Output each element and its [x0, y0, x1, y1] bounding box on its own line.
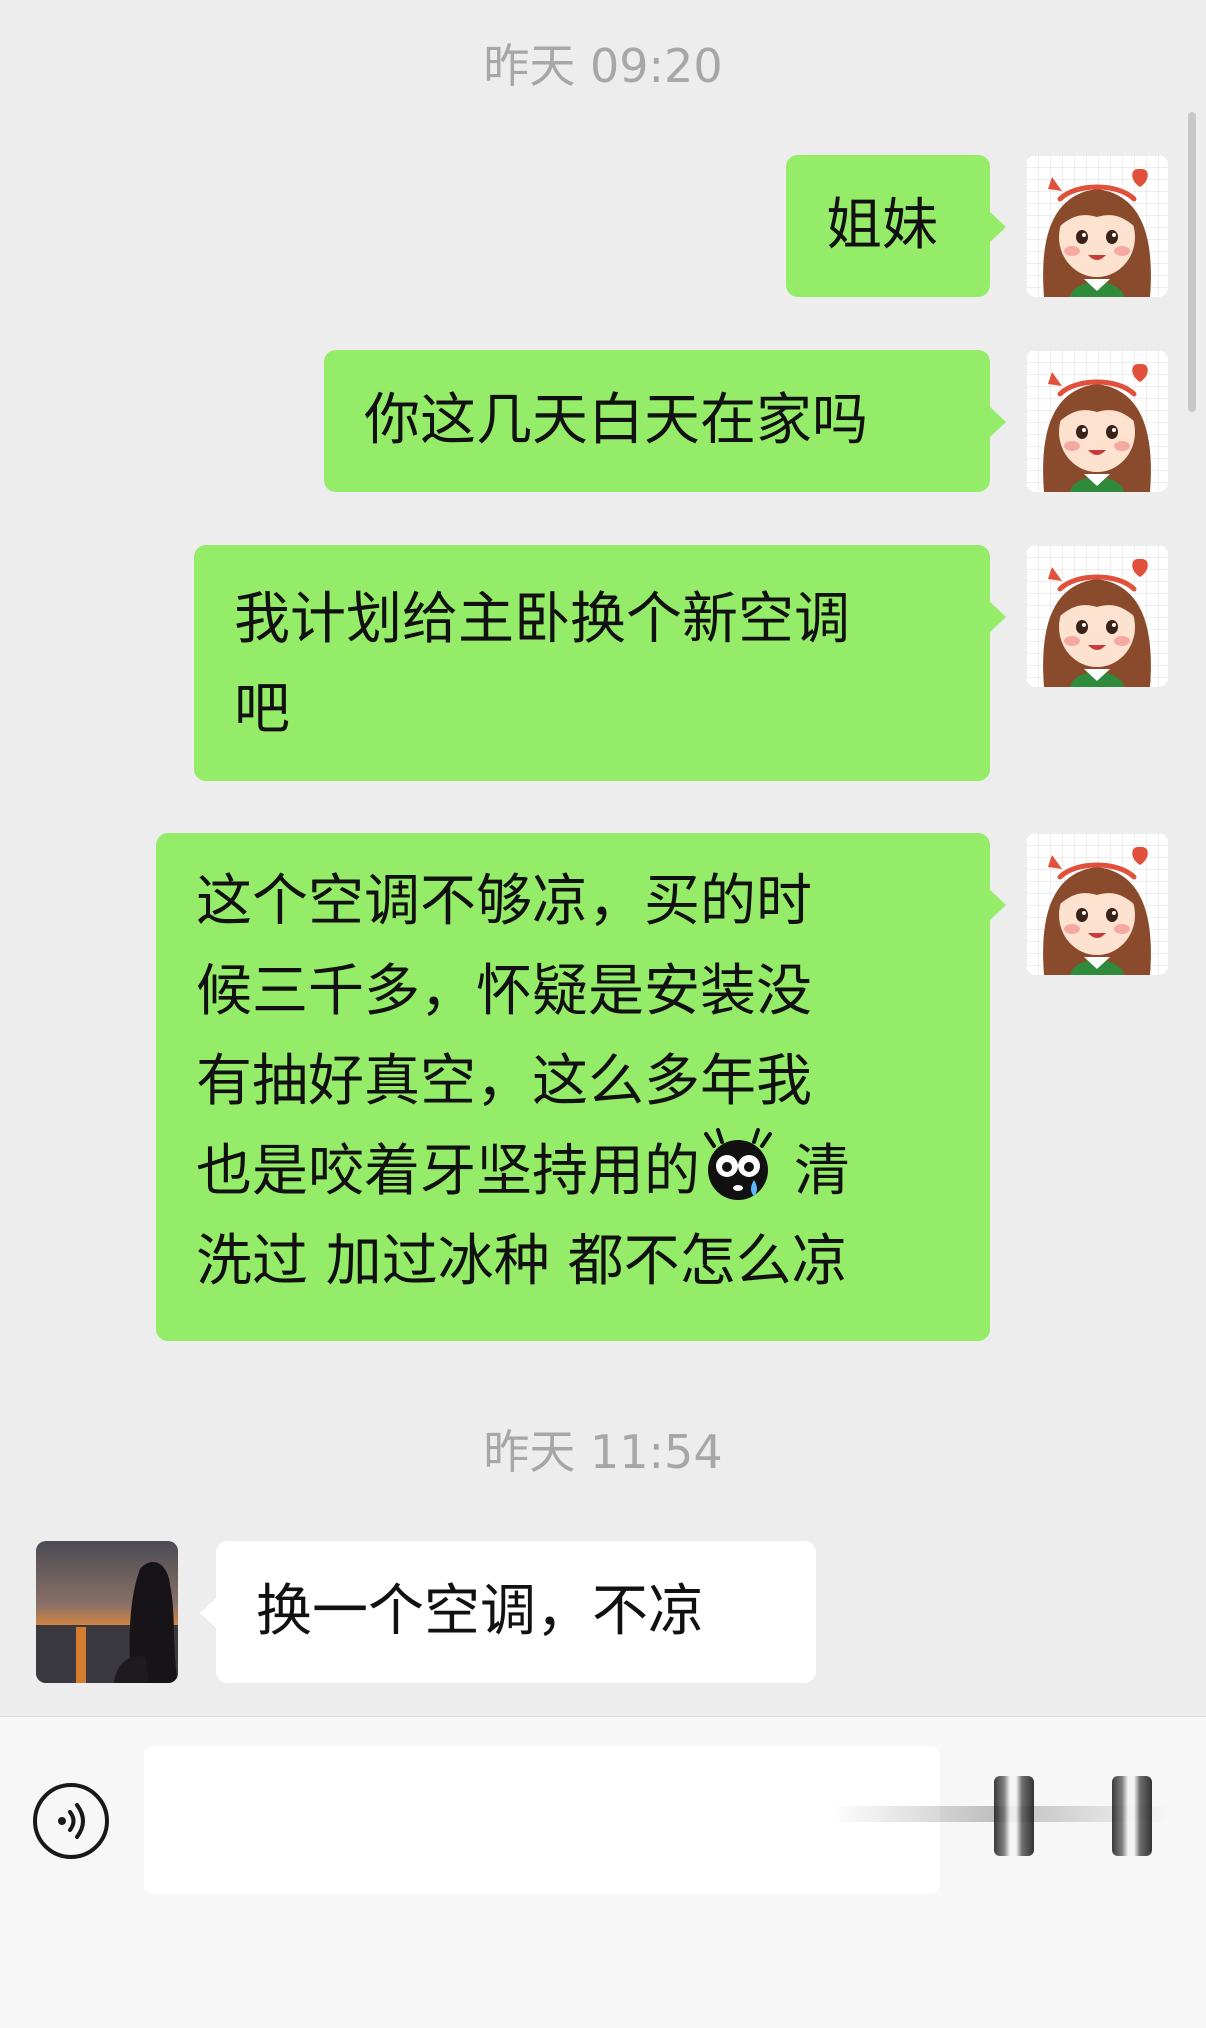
scan-artifact	[1112, 1776, 1152, 1856]
message-line: 也是咬着牙坚持用的 清	[196, 1127, 950, 1217]
message-text: 也是咬着牙坚持用的	[196, 1139, 700, 1204]
timestamp: 昨天 09:20	[483, 39, 723, 93]
timestamp: 昨天 11:54	[483, 1425, 723, 1479]
message-line: 我计划给主卧换个新空调	[234, 587, 850, 652]
cartoon-girl-avatar[interactable]	[1026, 155, 1168, 297]
my-message-bubble[interactable]: 这个空调不够凉，买的时 候三千多，怀疑是安装没 有抽好真空，这么多年我 也是咬着…	[156, 833, 1006, 1341]
message-line: 候三千多，怀疑是安装没	[196, 959, 812, 1024]
message-input[interactable]	[144, 1746, 940, 1894]
message-line: 这个空调不够凉，买的时	[196, 869, 812, 934]
message-line: 洗过 加过冰种 都不怎么凉	[196, 1229, 848, 1294]
message-text: 姐妹	[826, 193, 938, 258]
cartoon-girl-avatar[interactable]	[1026, 545, 1168, 687]
scan-artifact	[994, 1776, 1034, 1856]
sunset-photo-avatar[interactable]	[36, 1541, 178, 1683]
message-text: 你这几天白天在家吗	[364, 388, 868, 453]
message-line: 有抽好真空，这么多年我	[196, 1049, 812, 1114]
message-line: 吧	[234, 677, 290, 742]
voice-icon[interactable]	[32, 1782, 110, 1860]
my-message-bubble[interactable]: 姐妹	[786, 155, 1006, 297]
their-message-bubble[interactable]: 换一个空调，不凉	[200, 1541, 816, 1683]
scrollbar[interactable]	[1188, 112, 1196, 412]
chat-area[interactable]: 昨天 09:20 姐妹 你这几天白天在家吗 我计划给主卧换个新空调 吧 这个空调…	[0, 0, 1206, 1716]
message-text: 换一个空调，不凉	[256, 1579, 704, 1644]
cartoon-girl-avatar[interactable]	[1026, 350, 1168, 492]
crying-emoji-icon	[700, 1128, 776, 1204]
message-text: 清	[794, 1139, 850, 1204]
cartoon-girl-avatar[interactable]	[1026, 833, 1168, 975]
my-message-bubble[interactable]: 你这几天白天在家吗	[324, 350, 1006, 492]
my-message-bubble[interactable]: 我计划给主卧换个新空调 吧	[194, 545, 1006, 781]
